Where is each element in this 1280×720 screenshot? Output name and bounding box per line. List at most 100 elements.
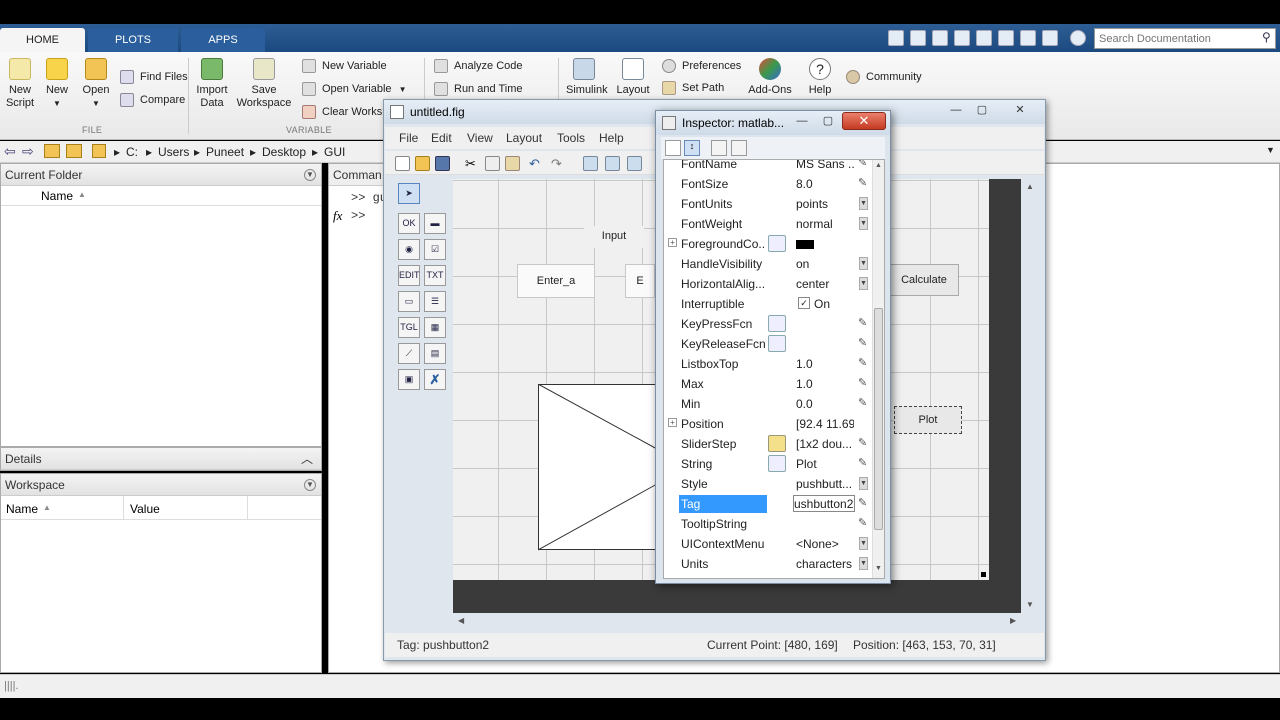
property-row[interactable]: KeyReleaseFcn ✎ xyxy=(664,334,869,354)
menu-editor-icon[interactable] xyxy=(605,156,620,171)
axes-tool-icon[interactable]: ⟋ xyxy=(398,343,420,364)
paste-icon[interactable] xyxy=(505,156,520,171)
minimize-button[interactable]: — xyxy=(790,114,814,130)
redo-icon[interactable]: ↷ xyxy=(551,156,566,171)
property-row-selected[interactable]: Tag ushbutton2 ✎ xyxy=(664,494,869,514)
property-row[interactable]: HandleVisibility on ▼ xyxy=(664,254,869,274)
pencil-icon[interactable]: ✎ xyxy=(858,396,867,409)
workspace-col-name[interactable]: Name xyxy=(6,502,38,516)
pencil-icon[interactable]: ✎ xyxy=(858,316,867,329)
menu-help[interactable]: Help xyxy=(599,131,624,145)
popup-menu-tool-icon[interactable]: ▭ xyxy=(398,291,420,312)
property-row[interactable]: UIContextMenu <None> ▼ xyxy=(664,534,869,554)
scroll-up-icon[interactable]: ▲ xyxy=(875,162,882,169)
workspace-col-value[interactable]: Value xyxy=(130,502,160,516)
property-value[interactable]: on xyxy=(796,257,854,271)
pushbutton-tool-icon[interactable]: OK xyxy=(398,213,420,234)
chevron-down-icon[interactable]: ▼ xyxy=(304,479,316,491)
collapse-all-icon[interactable] xyxy=(731,140,747,156)
clear-workspace-button[interactable]: Clear Worksp xyxy=(302,103,388,121)
tab-order-icon[interactable] xyxy=(627,156,642,171)
property-value[interactable]: points xyxy=(796,197,854,211)
property-row[interactable]: + Position [92.4 11.692 ... xyxy=(664,414,869,434)
menu-view[interactable]: View xyxy=(467,131,493,145)
open-button[interactable]: Open ▼ xyxy=(80,52,112,110)
scroll-left-icon[interactable]: ◀ xyxy=(458,616,464,625)
callback-editor-icon[interactable] xyxy=(768,335,786,352)
input-static-text[interactable]: Input xyxy=(584,226,644,248)
redo-icon[interactable] xyxy=(1020,30,1036,46)
property-value[interactable]: characters xyxy=(796,557,854,571)
table-tool-icon[interactable]: ▦ xyxy=(424,317,446,338)
tab-plots[interactable]: PLOTS xyxy=(88,28,178,52)
scroll-up-icon[interactable]: ▲ xyxy=(1026,182,1034,191)
maximize-button[interactable]: ▢ xyxy=(816,114,840,130)
copy-icon[interactable] xyxy=(485,156,500,171)
property-row[interactable]: Min 0.0 ✎ xyxy=(664,394,869,414)
menu-edit[interactable]: Edit xyxy=(431,131,452,145)
close-button[interactable]: ✕ xyxy=(842,112,886,130)
pencil-icon[interactable]: ✎ xyxy=(858,376,867,389)
expand-all-icon[interactable] xyxy=(711,140,727,156)
menu-tools[interactable]: Tools xyxy=(557,131,585,145)
property-row[interactable]: FontUnits points ▼ xyxy=(664,194,869,214)
tab-apps[interactable]: APPS xyxy=(181,28,265,52)
slider-tool-icon[interactable]: ▬ xyxy=(424,213,446,234)
callback-editor-icon[interactable] xyxy=(768,315,786,332)
align-icon[interactable] xyxy=(583,156,598,171)
dropdown-arrow-icon[interactable]: ▼ xyxy=(859,537,868,550)
inspector-scrollbar[interactable]: ▲ ▼ xyxy=(872,160,884,578)
property-row[interactable]: FontName MS Sans ... ✎ xyxy=(664,160,869,174)
dropdown-arrow-icon[interactable]: ▼ xyxy=(859,277,868,290)
resize-handle[interactable] xyxy=(981,572,986,577)
set-path-button[interactable]: Set Path xyxy=(662,79,724,97)
static-text-tool-icon[interactable]: TXT xyxy=(424,265,446,286)
property-value[interactable]: 1.0 xyxy=(796,357,854,371)
property-value[interactable]: Plot xyxy=(796,457,854,471)
path-part[interactable]: Desktop xyxy=(262,145,306,159)
property-value[interactable]: MS Sans ... xyxy=(796,160,854,171)
new-script-button[interactable]: New Script xyxy=(2,52,38,110)
simulink-button[interactable]: Simulink xyxy=(566,52,608,97)
property-row[interactable]: Units characters ▼ xyxy=(664,554,869,574)
command-prompt[interactable]: >> xyxy=(351,209,365,223)
enter-a-text[interactable]: Enter_a xyxy=(517,264,595,298)
analyze-code-button[interactable]: Analyze Code xyxy=(434,57,523,75)
open-folder-icon[interactable] xyxy=(415,156,430,171)
select-arrow-icon[interactable]: ➤ xyxy=(398,183,420,204)
enter-b-text[interactable]: E xyxy=(625,264,655,298)
color-swatch[interactable] xyxy=(796,240,814,249)
calculate-button[interactable]: Calculate xyxy=(889,264,959,296)
chevron-down-icon[interactable]: ▼ xyxy=(1266,145,1275,155)
column-divider[interactable] xyxy=(247,496,248,520)
browse-folder-icon[interactable] xyxy=(66,144,82,158)
pencil-icon[interactable]: ✎ xyxy=(858,456,867,469)
checkbox-tool-icon[interactable]: ☑ xyxy=(424,239,446,260)
dropdown-arrow-icon[interactable]: ▼ xyxy=(859,477,868,490)
dropdown-arrow-icon[interactable]: ▼ xyxy=(859,217,868,230)
path-drive[interactable]: C: xyxy=(126,145,138,159)
maximize-button[interactable]: ▢ xyxy=(970,103,994,119)
property-row[interactable]: Max 1.0 ✎ xyxy=(664,374,869,394)
property-value[interactable]: pushbutt... xyxy=(796,477,854,491)
edit-text-tool-icon[interactable]: EDIT xyxy=(398,265,420,286)
activex-tool-icon[interactable]: ✗ xyxy=(424,369,446,390)
copy-icon[interactable] xyxy=(954,30,970,46)
matrix-editor-icon[interactable] xyxy=(768,435,786,452)
scroll-down-icon[interactable]: ▼ xyxy=(875,565,882,572)
pencil-icon[interactable]: ✎ xyxy=(858,336,867,349)
forward-icon[interactable]: ⇨ xyxy=(22,143,34,160)
pencil-icon[interactable]: ✎ xyxy=(858,356,867,369)
property-row[interactable]: FontWeight normal ▼ xyxy=(664,214,869,234)
dropdown-arrow-icon[interactable]: ▼ xyxy=(859,557,868,570)
radiobutton-tool-icon[interactable]: ◉ xyxy=(398,239,420,260)
expand-icon[interactable]: + xyxy=(668,418,677,427)
back-icon[interactable]: ⇦ xyxy=(4,143,16,160)
dropdown-arrow-icon[interactable]: ▼ xyxy=(859,257,868,270)
pencil-icon[interactable]: ✎ xyxy=(858,516,867,529)
function-icon[interactable]: fx xyxy=(333,208,342,224)
add-ons-button[interactable]: Add-Ons xyxy=(748,52,792,97)
quick-access-icon[interactable] xyxy=(888,30,904,46)
listbox-tool-icon[interactable]: ☰ xyxy=(424,291,446,312)
property-value[interactable]: [92.4 11.692 ... xyxy=(796,417,854,431)
